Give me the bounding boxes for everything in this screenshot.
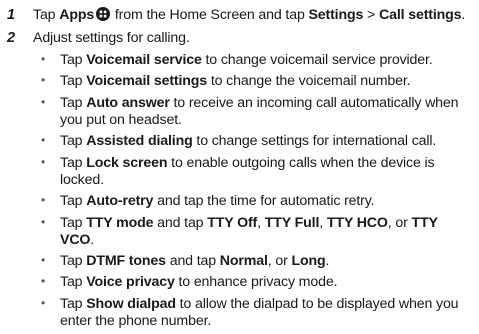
bullet-list: • Tap Voicemail service to change voicema… <box>33 52 473 330</box>
setting-name: Auto answer <box>86 94 170 111</box>
setting-name: DTMF tones <box>86 253 166 270</box>
call-settings-label: Call settings <box>379 7 462 23</box>
option-name: TTY HCO <box>326 214 388 231</box>
bullet-glyph: • <box>40 154 46 169</box>
option-name: TTY Full <box>264 214 320 231</box>
settings-label: Settings <box>308 7 364 23</box>
setting-name: Lock screen <box>86 154 168 171</box>
apps-grid-icon <box>96 7 111 21</box>
option-name: TTY Off <box>207 214 258 231</box>
text-run: from the Home Screen and tap <box>111 7 309 23</box>
list-item: • Tap TTY mode and tap TTY Off, TTY Full,… <box>33 215 473 250</box>
step-2: 2 Adjust settings for calling. • Tap Voic… <box>7 30 473 334</box>
text-run: > <box>363 7 379 23</box>
bullet-glyph: • <box>40 253 46 268</box>
list-item: • Tap Voice privacy to enhance privacy mo… <box>33 274 473 291</box>
setting-name: Voicemail settings <box>86 73 208 90</box>
step-text: Adjust settings for calling. • Tap Voicem… <box>33 30 473 334</box>
bullet-glyph: • <box>40 193 46 208</box>
setting-name: Show dialpad <box>86 295 176 312</box>
step-number: 1 <box>7 7 15 23</box>
option-name: Long <box>291 253 326 270</box>
instruction-document: 1 Tap Apps from the Home Screen and tap … <box>0 0 479 329</box>
list-item: • Tap Assisted dialing to change settings… <box>33 133 473 150</box>
bullet-glyph: • <box>40 73 46 88</box>
list-item: • Tap Voicemail settings to change the vo… <box>33 73 473 90</box>
list-item: • Tap Voicemail service to change voicema… <box>33 52 473 69</box>
step-description: Adjust settings for calling. <box>33 29 190 46</box>
list-item: • Tap Show dialpad to allow the dialpad t… <box>33 296 473 331</box>
bullet-glyph: • <box>40 295 46 310</box>
list-item: • Tap Auto answer to receive an incoming … <box>33 95 473 130</box>
step-text: Tap Apps from the Home Screen and tap Se… <box>33 7 473 24</box>
step-number: 2 <box>7 29 15 46</box>
setting-name: Voice privacy <box>86 274 175 291</box>
setting-name: Assisted dialing <box>86 133 193 150</box>
setting-name: Voicemail service <box>86 52 202 68</box>
step-1: 1 Tap Apps from the Home Screen and tap … <box>7 7 473 25</box>
setting-name: Auto-retry <box>86 193 154 210</box>
list-item: • Tap Auto-retry and tap the time for aut… <box>33 193 473 210</box>
bullet-glyph: • <box>40 94 46 109</box>
list-item: • Tap Lock screen to enable outgoing call… <box>33 155 473 190</box>
bullet-glyph: • <box>40 133 46 148</box>
option-name: Normal <box>219 253 268 270</box>
bullet-glyph: • <box>40 274 46 289</box>
setting-name: TTY mode <box>86 214 154 231</box>
bullet-glyph: • <box>40 52 46 66</box>
bullet-glyph: • <box>40 214 46 229</box>
text-run: . <box>461 7 466 23</box>
text-run: Tap <box>33 7 60 23</box>
apps-label: Apps <box>59 7 95 23</box>
list-item: • Tap DTMF tones and tap Normal, or Long. <box>33 253 473 270</box>
